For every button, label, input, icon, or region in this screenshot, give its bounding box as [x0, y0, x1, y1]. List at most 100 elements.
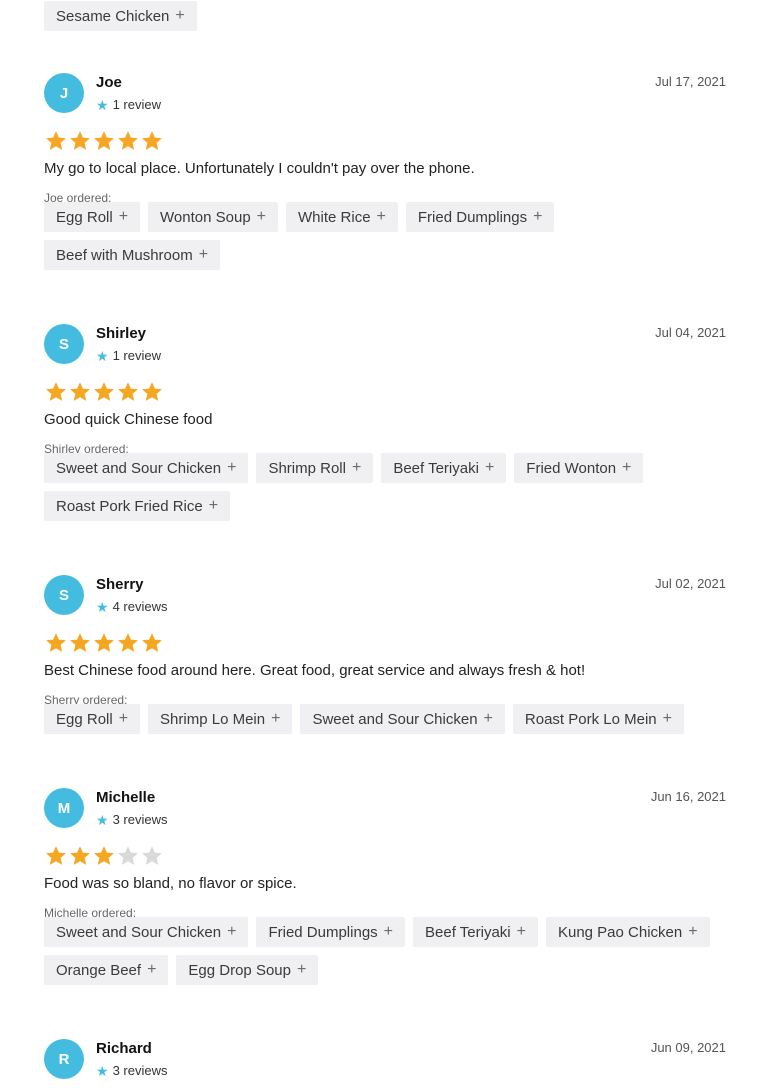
review-header: J Joe ★ 1 review Jul 17, 2021: [44, 73, 726, 121]
star-filled-icon: [116, 380, 140, 404]
add-plus-icon[interactable]: +: [352, 460, 361, 476]
ordered-item-tag[interactable]: Beef with Mushroom +: [44, 240, 221, 270]
review-header: S Shirley ★ 1 review Jul 04, 2021: [44, 324, 726, 372]
add-plus-icon[interactable]: +: [384, 924, 393, 940]
star-filled-icon: [44, 380, 68, 404]
star-filled-icon: [116, 129, 140, 153]
review-date: Jul 17, 2021: [655, 74, 726, 89]
ordered-item-label: Sesame Chicken: [56, 7, 170, 25]
review-card: J Joe ★ 1 review Jul 17, 2021 My go to local …: [44, 73, 726, 270]
star-empty-icon: [140, 844, 164, 868]
add-plus-icon[interactable]: +: [119, 711, 128, 727]
reviewer-name[interactable]: Richard: [96, 1040, 152, 1057]
ordered-item-tag[interactable]: Egg Drop Soup +: [176, 955, 319, 985]
ordered-item-label: Roast Pork Lo Mein: [524, 710, 657, 728]
add-plus-icon[interactable]: +: [377, 209, 386, 225]
ordered-item-tag[interactable]: Sweet and Sour Chicken +: [300, 704, 505, 734]
star-filled-icon: [68, 844, 92, 868]
ordered-item-label: Fried Dumplings: [268, 923, 378, 941]
ordered-item-tag[interactable]: Wonton Soup +: [148, 202, 279, 232]
ordered-item-tag[interactable]: Shrimp Roll +: [256, 453, 374, 483]
reviewer-name[interactable]: Michelle: [96, 789, 155, 806]
star-filled-icon: [92, 380, 116, 404]
review-card: R Richard ★ 3 reviews Jun 09, 2021: [44, 1039, 726, 1087]
add-plus-icon[interactable]: +: [485, 460, 494, 476]
star-rating: [44, 380, 164, 406]
avatar: M: [44, 788, 84, 828]
add-plus-icon[interactable]: +: [663, 711, 672, 727]
ordered-item-label: Beef with Mushroom: [56, 246, 193, 264]
review-date: Jul 04, 2021: [655, 325, 726, 340]
ordered-item-tag[interactable]: Roast Pork Lo Mein +: [512, 704, 684, 734]
review-header: M Michelle ★ 3 reviews Jun 16, 2021: [44, 788, 726, 836]
ordered-item-tag[interactable]: Egg Roll +: [44, 202, 141, 232]
add-plus-icon[interactable]: +: [209, 498, 218, 514]
ordered-item-label: Fried Wonton: [526, 459, 617, 477]
ordered-item-tag[interactable]: White Rice +: [286, 202, 398, 232]
ordered-item-label: Wonton Soup: [160, 208, 251, 226]
add-plus-icon[interactable]: +: [175, 8, 184, 24]
ordered-item-label: Roast Pork Fried Rice: [56, 497, 203, 515]
review-count-star-icon: ★: [96, 347, 109, 364]
review-text: My go to local place. Unfortunately I co…: [44, 160, 475, 177]
add-plus-icon[interactable]: +: [227, 924, 236, 940]
star-filled-icon: [68, 380, 92, 404]
ordered-item-label: Orange Beef: [56, 961, 142, 979]
ordered-item-tag[interactable]: Sweet and Sour Chicken +: [44, 917, 249, 947]
ordered-item-tag[interactable]: Shrimp Lo Mein +: [148, 704, 293, 734]
add-plus-icon[interactable]: +: [227, 460, 236, 476]
ordered-item-label: Egg Drop Soup: [188, 961, 291, 979]
star-filled-icon: [44, 129, 68, 153]
star-filled-icon: [116, 631, 140, 655]
star-filled-icon: [68, 129, 92, 153]
reviewer-name[interactable]: Joe: [96, 74, 122, 91]
ordered-item-label: Sweet and Sour Chicken: [312, 710, 478, 728]
review-count-star-icon: ★: [96, 1062, 109, 1079]
reviewer-name[interactable]: Sherry: [96, 576, 144, 593]
review-count-label: 3 reviews: [112, 1063, 168, 1078]
reviewer-review-count: ★ 3 reviews: [96, 1063, 167, 1078]
reviewer-review-count: ★ 1 review: [96, 97, 161, 112]
ordered-item-tag[interactable]: Fried Dumplings +: [405, 202, 555, 232]
add-plus-icon[interactable]: +: [533, 209, 542, 225]
ordered-item-tag[interactable]: Sweet and Sour Chicken +: [44, 453, 249, 483]
add-plus-icon[interactable]: +: [688, 924, 697, 940]
ordered-item-label: Beef Teriyaki: [425, 923, 511, 941]
ordered-items-list: Egg Roll + Wonton Soup + White Rice + Fried Du…: [44, 202, 726, 270]
ordered-item-tag[interactable]: Fried Wonton +: [514, 453, 644, 483]
star-rating: [44, 631, 164, 657]
ordered-item-tag[interactable]: Kung Pao Chicken +: [545, 917, 710, 947]
review-count-label: 1 review: [112, 348, 161, 363]
star-filled-icon: [44, 631, 68, 655]
review-count-star-icon: ★: [96, 96, 109, 113]
add-plus-icon[interactable]: +: [257, 209, 266, 225]
ordered-item-tag[interactable]: Beef Teriyaki +: [381, 453, 507, 483]
star-filled-icon: [92, 844, 116, 868]
ordered-item-label: Beef Teriyaki: [393, 459, 479, 477]
review-header: R Richard ★ 3 reviews Jun 09, 2021: [44, 1039, 726, 1087]
ordered-item-label: White Rice: [298, 208, 371, 226]
ordered-item-tag[interactable]: Orange Beef +: [44, 955, 169, 985]
add-plus-icon[interactable]: +: [484, 711, 493, 727]
reviewer-name[interactable]: Shirley: [96, 325, 146, 342]
add-plus-icon[interactable]: +: [297, 962, 306, 978]
add-plus-icon[interactable]: +: [119, 209, 128, 225]
ordered-item-label: Sweet and Sour Chicken: [56, 923, 222, 941]
add-plus-icon[interactable]: +: [271, 711, 280, 727]
add-plus-icon[interactable]: +: [517, 924, 526, 940]
review-card: S Shirley ★ 1 review Jul 04, 2021 Good quick …: [44, 324, 726, 521]
add-plus-icon[interactable]: +: [622, 460, 631, 476]
star-filled-icon: [140, 631, 164, 655]
review-count-label: 1 review: [112, 97, 161, 112]
ordered-item-tag[interactable]: Roast Pork Fried Rice +: [44, 491, 231, 521]
ordered-item-tag[interactable]: Sesame Chicken +: [44, 1, 197, 31]
review-date: Jul 02, 2021: [655, 576, 726, 591]
ordered-item-tag[interactable]: Egg Roll +: [44, 704, 141, 734]
star-rating: [44, 129, 164, 155]
add-plus-icon[interactable]: +: [199, 247, 208, 263]
review-count-star-icon: ★: [96, 811, 109, 828]
ordered-item-tag[interactable]: Fried Dumplings +: [256, 917, 406, 947]
add-plus-icon[interactable]: +: [147, 962, 156, 978]
ordered-item-label: Shrimp Roll: [268, 459, 346, 477]
ordered-item-tag[interactable]: Beef Teriyaki +: [413, 917, 538, 947]
